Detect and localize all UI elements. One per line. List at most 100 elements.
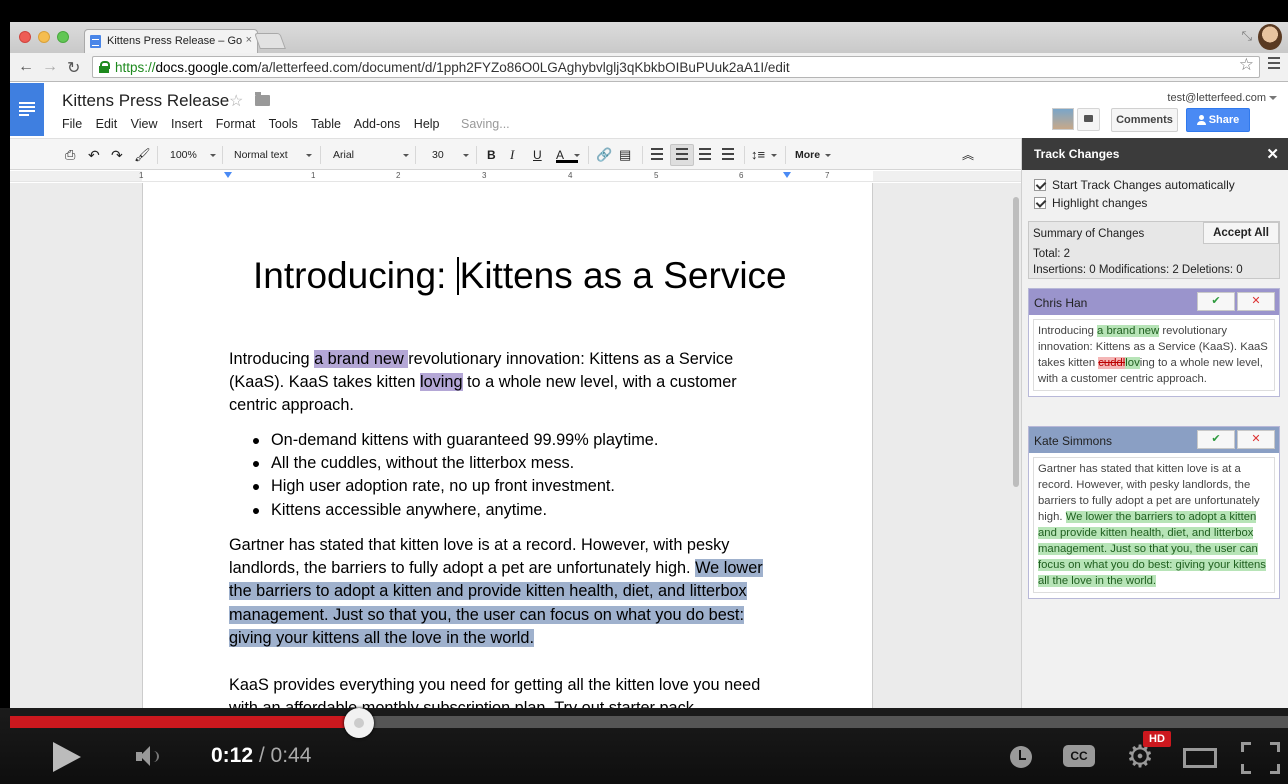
vertical-scrollbar[interactable] — [1013, 197, 1019, 487]
ruler-number: 5 — [654, 171, 659, 180]
bold-button[interactable]: B — [487, 146, 496, 164]
menu-edit[interactable]: Edit — [96, 117, 118, 131]
document-heading[interactable]: Introducing: Kittens as a Service — [253, 255, 787, 297]
align-left-icon[interactable] — [651, 148, 663, 160]
menu-table[interactable]: Table — [311, 117, 341, 131]
address-bar-row: ← → ↻ https://docs.google.com/a/letterfe… — [10, 53, 1288, 82]
reject-change-button[interactable]: ✕ — [1237, 430, 1275, 449]
menu-addons[interactable]: Add-ons — [354, 117, 401, 131]
scrubber-handle[interactable] — [344, 708, 374, 738]
resize-arrows-icon[interactable]: ⤡ — [1242, 28, 1252, 44]
forward-arrow-icon[interactable]: → — [42, 58, 58, 76]
change-author: Kate Simmons — [1034, 434, 1113, 448]
video-top-letterbox — [0, 0, 1288, 22]
summary-box: Summary of Changes Accept All Total: 2 I… — [1028, 221, 1280, 279]
account-email[interactable]: test@letterfeed.com — [1167, 92, 1266, 104]
menu-help[interactable]: Help — [414, 117, 440, 131]
list-item[interactable]: High user adoption rate, no up front inv… — [253, 475, 658, 498]
undo-icon[interactable]: ↶ — [88, 146, 100, 164]
align-center-icon[interactable] — [676, 148, 688, 160]
justify-icon[interactable] — [722, 148, 734, 160]
share-label: Share — [1208, 114, 1240, 126]
document-page[interactable]: Introducing: Kittens as a Service Introd… — [142, 183, 873, 708]
document-title[interactable]: Kittens Press Release — [62, 91, 229, 111]
menu-view[interactable]: View — [131, 117, 158, 131]
underline-button[interactable]: U — [533, 146, 542, 164]
style-select[interactable]: Normal text — [234, 146, 312, 164]
align-right-icon[interactable] — [699, 148, 711, 160]
ruler: 1 1 2 3 4 5 6 7 — [10, 171, 1021, 182]
profile-avatar[interactable] — [1258, 24, 1282, 50]
left-indent-marker[interactable] — [224, 172, 232, 178]
menu-bar: File Edit View Insert Format Tools Table… — [62, 117, 520, 131]
chat-icon[interactable] — [1077, 108, 1100, 131]
list-item[interactable]: On-demand kittens with guaranteed 99.99%… — [253, 429, 658, 452]
right-indent-marker[interactable] — [783, 172, 791, 178]
collaborator-avatar[interactable] — [1052, 108, 1074, 130]
redo-icon[interactable]: ↷ — [111, 146, 123, 164]
reload-icon[interactable]: ↻ — [67, 58, 80, 78]
fullscreen-icon[interactable] — [1241, 742, 1280, 774]
menu-file[interactable]: File — [62, 117, 82, 131]
reject-change-button[interactable]: ✕ — [1237, 292, 1275, 311]
highlight-checkbox[interactable] — [1034, 197, 1046, 209]
close-icon[interactable]: ✕ — [1266, 145, 1279, 163]
list-item[interactable]: All the cuddles, without the litterbox m… — [253, 452, 658, 475]
folder-icon[interactable] — [255, 92, 270, 106]
account-caret-icon[interactable] — [1269, 96, 1277, 100]
close-window-button[interactable] — [19, 31, 31, 43]
list-item[interactable]: Kittens accessible anywhere, anytime. — [253, 499, 658, 522]
chrome-menu-icon[interactable] — [1268, 57, 1280, 69]
play-icon[interactable] — [53, 742, 81, 772]
paragraph-gartner[interactable]: Gartner has stated that kitten love is a… — [229, 534, 789, 650]
highlight-option[interactable]: Highlight changes — [1034, 196, 1147, 210]
url-path: /a/letterfeed.com/document/d/1pph2FYZo86… — [257, 60, 790, 75]
paint-format-icon[interactable]: 🖌 — [134, 146, 151, 164]
comments-button[interactable]: Comments — [1111, 108, 1178, 132]
tab-title: Kittens Press Release – Go — [107, 35, 243, 47]
url-input[interactable]: https://docs.google.com/a/letterfeed.com… — [92, 56, 1260, 78]
theater-mode-icon[interactable] — [1183, 748, 1217, 768]
font-select[interactable]: Arial — [333, 146, 409, 164]
menu-tools[interactable]: Tools — [269, 117, 298, 131]
url-domain: docs.google.com — [155, 60, 258, 75]
italic-button[interactable]: I — [510, 146, 514, 164]
summary-title: Summary of Changes — [1033, 228, 1145, 240]
star-icon[interactable]: ☆ — [229, 91, 243, 111]
volume-icon[interactable] — [136, 746, 150, 766]
paragraph-pricing[interactable]: KaaS provides everything you need for ge… — [229, 674, 789, 708]
bookmark-star-icon[interactable]: ☆ — [1239, 55, 1254, 75]
url-scheme: https:// — [115, 60, 156, 75]
print-icon[interactable]: ⎙ — [65, 146, 75, 164]
menu-format[interactable]: Format — [216, 117, 256, 131]
new-tab-button[interactable] — [254, 33, 286, 49]
tracked-insertion: a brand new — [314, 350, 409, 368]
watch-later-icon[interactable] — [1010, 746, 1032, 768]
auto-track-option[interactable]: Start Track Changes automatically — [1034, 178, 1235, 192]
share-button[interactable]: Share — [1186, 108, 1250, 132]
browser-tab[interactable]: Kittens Press Release – Go × — [84, 29, 258, 53]
accept-all-button[interactable]: Accept All — [1203, 222, 1279, 244]
more-button[interactable]: More — [795, 146, 831, 164]
tab-close-icon[interactable]: × — [246, 34, 252, 46]
more-label: More — [795, 149, 821, 161]
auto-track-checkbox[interactable] — [1034, 179, 1046, 191]
zoom-select[interactable]: 100% — [170, 146, 216, 164]
back-arrow-icon[interactable]: ← — [18, 58, 34, 76]
zoom-window-button[interactable] — [57, 31, 69, 43]
comment-icon[interactable]: ▤ — [619, 146, 631, 164]
font-size-select[interactable]: 30 — [432, 146, 469, 164]
change-card-header: Chris Han ✔ ✕ — [1029, 289, 1279, 315]
collapse-icon[interactable]: ︽ — [962, 146, 974, 164]
line-spacing-icon[interactable]: ↕≡ — [751, 146, 777, 164]
docs-logo-icon[interactable] — [10, 83, 44, 136]
docs-header: Kittens Press Release ☆ File Edit View I… — [10, 83, 1288, 137]
menu-insert[interactable]: Insert — [171, 117, 202, 131]
paragraph-intro[interactable]: Introducing a brand new revolutionary in… — [229, 348, 789, 418]
accept-change-button[interactable]: ✔ — [1197, 292, 1235, 311]
minimize-window-button[interactable] — [38, 31, 50, 43]
text-color-button[interactable]: A — [556, 146, 580, 163]
link-icon[interactable]: 🔗 — [596, 146, 612, 164]
captions-button[interactable]: CC — [1063, 745, 1095, 767]
accept-change-button[interactable]: ✔ — [1197, 430, 1235, 449]
